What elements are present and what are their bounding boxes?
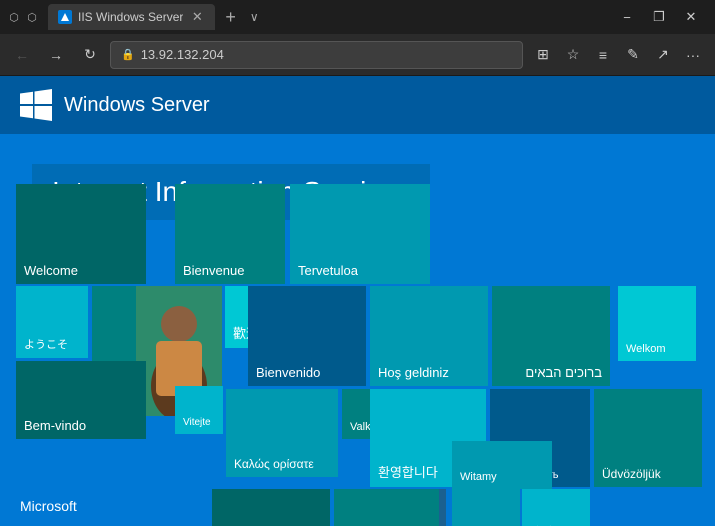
windows-logo	[20, 89, 52, 121]
tile-welcome[interactable]: Welcome	[16, 184, 146, 284]
tile-yokoso[interactable]: ようこそ	[16, 286, 88, 358]
hub-icon[interactable]: ≡	[589, 41, 617, 69]
tile-hos-geldiniz[interactable]: Hoş geldiniz	[370, 286, 488, 386]
browser-chrome: ⬡ ⬡ IIS Windows Server ✕ + ∨ − ❐ ✕ ← → ↻…	[0, 0, 715, 76]
tile-bienvenue[interactable]: Bienvenue	[175, 184, 285, 284]
address-text: 13.92.132.204	[141, 47, 512, 62]
back-btn[interactable]: ←	[8, 41, 36, 69]
toolbar-icons: ⊞ ☆ ≡ ✎ ↗ ···	[529, 41, 707, 69]
notes-icon[interactable]: ✎	[619, 41, 647, 69]
share-icon[interactable]: ↗	[649, 41, 677, 69]
close-btn[interactable]: ✕	[675, 0, 707, 34]
ws-title: Windows Server	[64, 94, 210, 117]
lock-icon: 🔒	[121, 48, 135, 61]
more-icon[interactable]: ···	[679, 41, 707, 69]
nav-bar: ← → ↻ 🔒 13.92.132.204 ⊞ ☆ ≡ ✎ ↗ ···	[0, 34, 715, 76]
tab-close-btn[interactable]: ✕	[189, 9, 205, 25]
tile-bienvenido[interactable]: Bienvenido	[248, 286, 366, 386]
tile-brukhim[interactable]: ברוכים הבאים	[492, 286, 610, 386]
page-content: Windows Server Internet Information Serv…	[0, 76, 715, 526]
tab-bar: ⬡ ⬡ IIS Windows Server ✕ + ∨ − ❐ ✕	[0, 0, 715, 34]
tiles-area: Welcome Bienvenue Tervetuloa ようこそ Benven…	[0, 176, 715, 526]
active-tab[interactable]: IIS Windows Server ✕	[48, 4, 215, 30]
tab-controls: ⬡ ⬡	[8, 11, 38, 23]
tile-bem-vindo[interactable]: Bem-vindo	[16, 361, 146, 439]
microsoft-label: Microsoft	[20, 498, 77, 516]
tile-velkommen[interactable]: Velkommen	[334, 489, 439, 526]
tile-tervetuloa[interactable]: Tervetuloa	[290, 184, 430, 284]
ws-header: Windows Server	[0, 76, 715, 134]
tile-willkommen[interactable]: Willkommen	[212, 489, 330, 526]
window-controls: − ❐ ✕	[611, 0, 707, 34]
tile-udvozoljuk[interactable]: Üdvözöljük	[594, 389, 702, 487]
address-bar[interactable]: 🔒 13.92.132.204	[110, 41, 523, 69]
tile-huanying[interactable]: 欢迎	[522, 489, 590, 526]
tab-back-btn[interactable]: ⬡	[8, 11, 20, 23]
tab-favicon	[58, 10, 72, 24]
restore-btn[interactable]: ❐	[643, 0, 675, 34]
minimize-btn[interactable]: −	[611, 0, 643, 34]
new-tab-btn[interactable]: +	[219, 7, 242, 28]
tab-forward-btn[interactable]: ⬡	[26, 11, 38, 23]
forward-btn[interactable]: →	[42, 41, 70, 69]
refresh-btn[interactable]: ↻	[76, 41, 104, 69]
tile-vitejte[interactable]: Vitejte	[175, 386, 223, 434]
tab-dropdown-btn[interactable]: ∨	[246, 10, 263, 24]
favorites-icon[interactable]: ☆	[559, 41, 587, 69]
tile-marhaba[interactable]: مرحبا	[452, 489, 520, 526]
reader-icon[interactable]: ⊞	[529, 41, 557, 69]
tile-witamy[interactable]: Witamy	[452, 441, 552, 489]
tile-welkom[interactable]: Welkom	[618, 286, 696, 361]
tab-title: IIS Windows Server	[78, 10, 183, 24]
tile-kalos[interactable]: Καλώς ορίσατε	[226, 389, 338, 477]
